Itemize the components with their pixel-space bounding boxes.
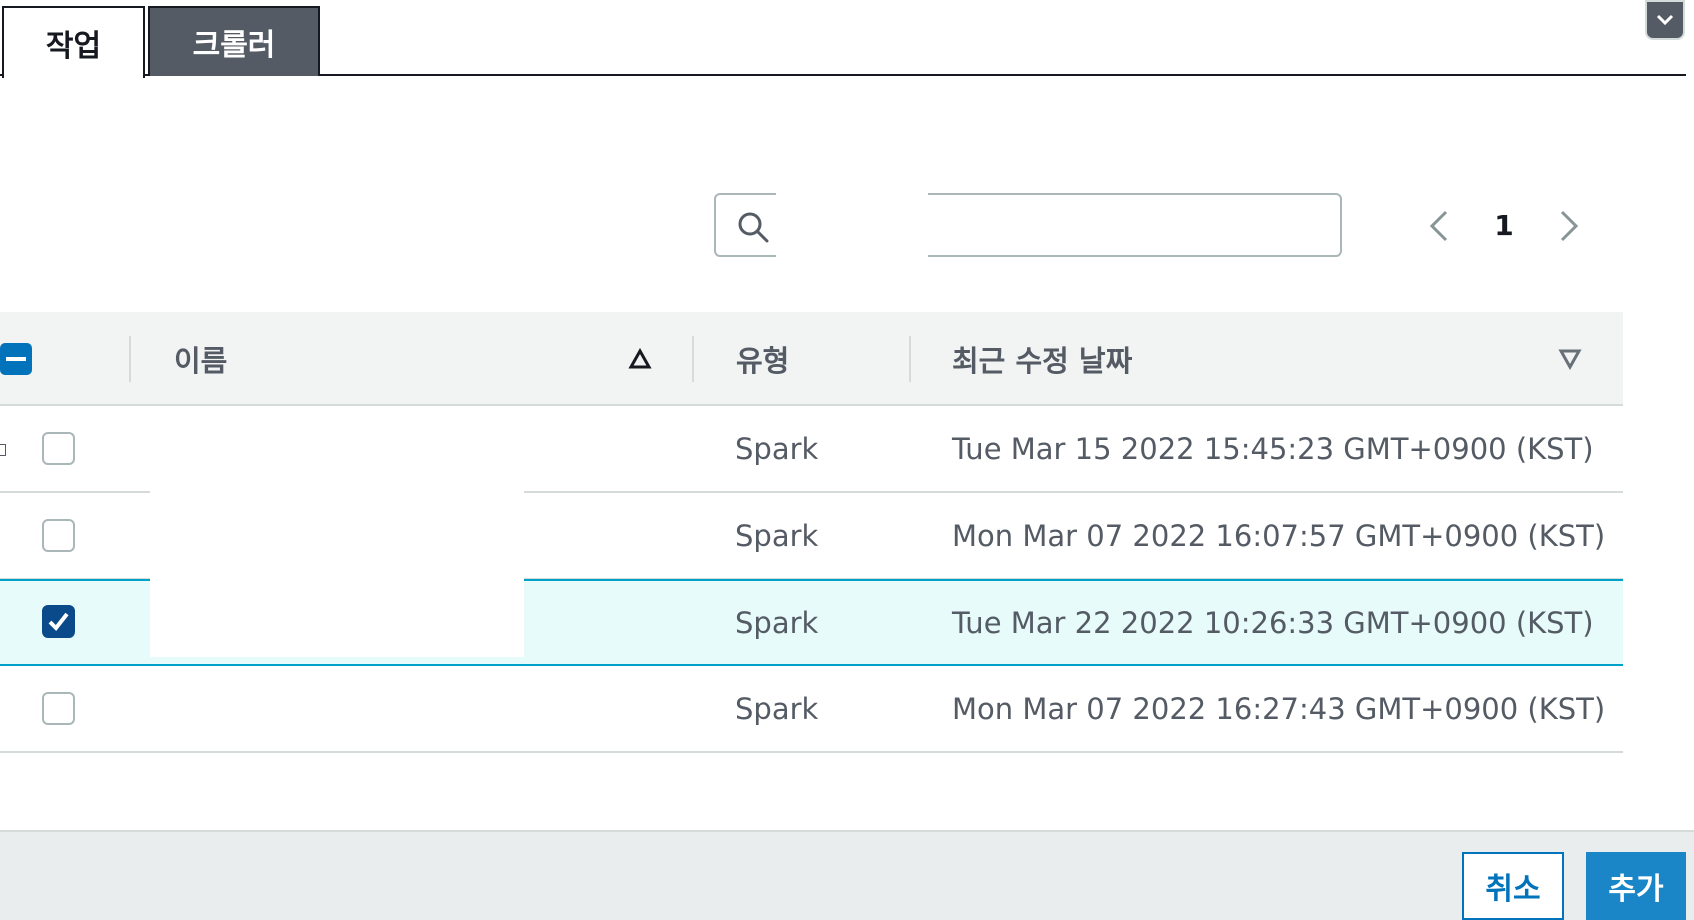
row-modified: Mon Mar 07 2022 16:27:43 GMT+0900 (KST) bbox=[952, 691, 1606, 726]
cancel-button-label: 취소 bbox=[1485, 872, 1541, 907]
row-checkbox-checked[interactable] bbox=[42, 605, 75, 638]
select-all-checkbox[interactable] bbox=[0, 343, 32, 375]
cancel-button[interactable]: 취소 bbox=[1462, 852, 1564, 920]
search-box bbox=[714, 191, 1342, 259]
tab-crawlers-label: 크롤러 bbox=[192, 28, 276, 63]
column-header-name[interactable]: 이름 bbox=[174, 312, 227, 406]
tab-crawlers[interactable]: 크롤러 bbox=[148, 6, 320, 76]
column-header-modified-label: 최근 수정 날짜 bbox=[952, 344, 1133, 378]
column-header-modified[interactable]: 최근 수정 날짜 bbox=[952, 312, 1132, 406]
table-header: 이름 유형 최근 수정 날짜 bbox=[0, 312, 1623, 406]
previous-page-button[interactable] bbox=[1420, 196, 1460, 256]
sort-ascending-icon[interactable] bbox=[628, 348, 652, 370]
next-page-button[interactable] bbox=[1548, 196, 1588, 256]
tab-bar: 작업 크롤러 bbox=[0, 0, 1686, 78]
checkmark-icon bbox=[48, 612, 69, 632]
search-icon bbox=[738, 212, 769, 243]
column-header-name-label: 이름 bbox=[174, 344, 228, 378]
redaction-mask bbox=[150, 406, 524, 657]
chevron-left-icon bbox=[1429, 210, 1448, 242]
column-header-type[interactable]: 유형 bbox=[736, 312, 789, 406]
current-page-number[interactable]: 1 bbox=[1484, 196, 1524, 256]
add-button-label: 추가 bbox=[1608, 872, 1664, 907]
row-modified: Tue Mar 22 2022 10:26:33 GMT+0900 (KST) bbox=[952, 605, 1594, 640]
add-button[interactable]: 추가 bbox=[1586, 852, 1686, 920]
modal-footer bbox=[0, 830, 1694, 920]
row-type: Spark bbox=[735, 605, 819, 640]
chevron-right-icon bbox=[1560, 210, 1579, 242]
sort-descending-icon[interactable] bbox=[1558, 348, 1582, 370]
row-checkbox[interactable] bbox=[42, 519, 75, 552]
column-separator bbox=[129, 336, 131, 382]
row-type: Spark bbox=[735, 691, 819, 726]
row-checkbox[interactable] bbox=[42, 432, 75, 465]
tab-jobs[interactable]: 작업 bbox=[2, 6, 145, 78]
redaction-mask bbox=[776, 191, 928, 259]
column-separator bbox=[692, 336, 694, 382]
redaction-mask bbox=[150, 666, 524, 753]
row-type: Spark bbox=[735, 518, 819, 553]
row-checkbox[interactable] bbox=[42, 692, 75, 725]
column-header-type-label: 유형 bbox=[736, 344, 790, 378]
chevron-down-icon bbox=[1656, 14, 1674, 26]
row-edge-marker bbox=[0, 444, 6, 456]
collapse-button[interactable] bbox=[1645, 0, 1685, 40]
tab-jobs-label: 작업 bbox=[45, 29, 102, 64]
row-modified: Tue Mar 15 2022 15:45:23 GMT+0900 (KST) bbox=[952, 431, 1594, 466]
row-type: Spark bbox=[735, 431, 819, 466]
column-separator bbox=[909, 336, 911, 382]
row-modified: Mon Mar 07 2022 16:07:57 GMT+0900 (KST) bbox=[952, 518, 1606, 553]
